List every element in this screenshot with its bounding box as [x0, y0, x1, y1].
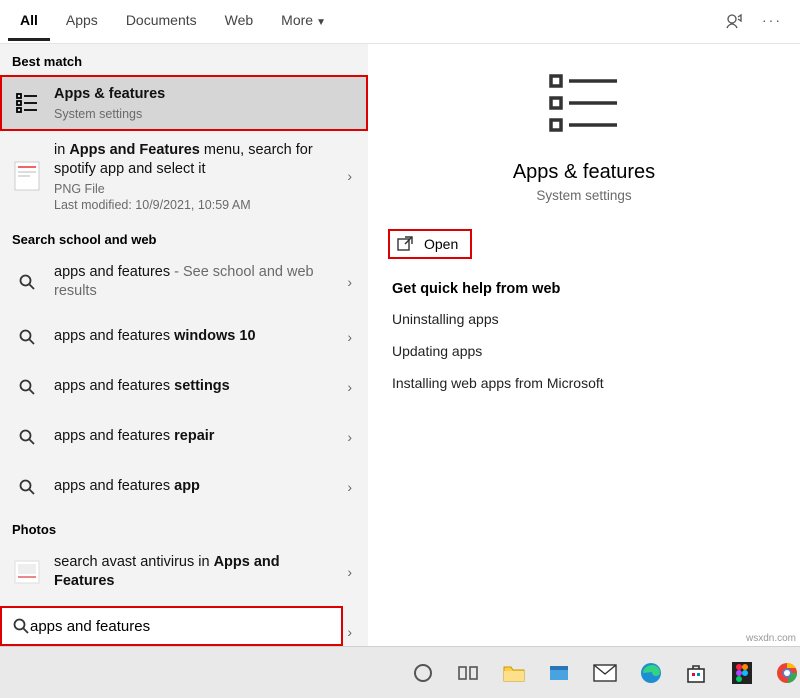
quick-help-link[interactable]: Uninstalling apps [392, 311, 776, 327]
web-result[interactable]: apps and features app› [0, 462, 368, 512]
more-options-icon[interactable]: ··· [762, 12, 782, 32]
chevron-right-icon[interactable]: › [343, 379, 356, 395]
open-icon [396, 235, 414, 253]
search-icon [12, 617, 30, 635]
result-title: Apps & features [54, 86, 165, 102]
taskview-icon[interactable] [456, 659, 482, 687]
result-title: apps and features app [54, 477, 343, 497]
tab-web[interactable]: Web [213, 2, 266, 41]
chevron-right-icon[interactable]: › [343, 329, 356, 345]
result-filetype: PNG File [54, 182, 343, 196]
result-title: apps and features settings [54, 377, 343, 397]
chevron-right-icon[interactable]: › [343, 274, 356, 290]
settings-list-icon [12, 88, 42, 118]
chevron-right-icon[interactable]: › [343, 168, 356, 184]
search-icon [12, 422, 42, 452]
chevron-right-icon[interactable]: › [343, 429, 356, 445]
photo-thumbnail-icon [12, 557, 42, 587]
chevron-right-icon[interactable]: › [343, 479, 356, 495]
apps-features-large-icon [545, 72, 623, 134]
web-result[interactable]: apps and features - See school and web r… [0, 253, 368, 312]
result-title: in Apps and Features menu, search for sp… [54, 141, 343, 180]
section-school-web: Search school and web [0, 222, 368, 253]
preview-title: Apps & features [378, 161, 790, 184]
search-icon [12, 267, 42, 297]
result-title: apps and features repair [54, 427, 343, 447]
mail-icon[interactable] [592, 659, 618, 687]
tab-apps[interactable]: Apps [54, 2, 110, 41]
watermark: wsxdn.com [746, 633, 796, 644]
search-icon [12, 372, 42, 402]
photo-result[interactable]: search avast antivirus in Apps and Featu… [0, 543, 368, 602]
cortana-icon[interactable] [410, 659, 436, 687]
file-explorer-icon[interactable] [501, 659, 527, 687]
result-title: apps and features windows 10 [54, 327, 343, 347]
web-result[interactable]: apps and features windows 10› [0, 312, 368, 362]
store-icon[interactable] [683, 659, 709, 687]
preview-panel: Apps & features System settings Open Get… [368, 44, 800, 646]
search-icon [12, 322, 42, 352]
tab-documents[interactable]: Documents [114, 2, 209, 41]
result-subtitle: System settings [54, 107, 356, 121]
chevron-right-icon[interactable]: › [343, 624, 356, 640]
result-apps-features[interactable]: Apps & features System settings [0, 75, 368, 131]
web-result[interactable]: apps and features settings› [0, 362, 368, 412]
open-button[interactable]: Open [388, 229, 472, 259]
edge-icon[interactable] [638, 659, 664, 687]
result-png-file[interactable]: in Apps and Features menu, search for sp… [0, 131, 368, 222]
app-icon-1[interactable] [547, 659, 573, 687]
open-label: Open [424, 236, 458, 252]
quick-help-heading: Get quick help from web [392, 281, 776, 297]
quick-help-link[interactable]: Installing web apps from Microsoft [392, 375, 776, 391]
search-box[interactable] [0, 606, 343, 646]
result-title: apps and features - See school and web r… [54, 263, 343, 302]
taskbar [0, 646, 800, 698]
preview-category: System settings [378, 188, 790, 203]
section-photos: Photos [0, 512, 368, 543]
filter-tabs-bar: All Apps Documents Web More▼ ··· [0, 0, 800, 44]
result-title: search avast antivirus in Apps and Featu… [54, 553, 343, 592]
figma-icon[interactable] [729, 659, 755, 687]
feedback-icon[interactable] [724, 12, 744, 32]
tab-all[interactable]: All [8, 2, 50, 41]
png-thumbnail-icon [12, 161, 42, 191]
search-icon [12, 472, 42, 502]
search-input[interactable] [30, 618, 331, 635]
result-modified: Last modified: 10/9/2021, 10:59 AM [54, 198, 343, 212]
chevron-down-icon: ▼ [313, 17, 326, 28]
results-panel: Best match Apps & features System settin… [0, 44, 368, 646]
section-best-match: Best match [0, 44, 368, 75]
tab-more[interactable]: More▼ [269, 2, 338, 41]
chrome-icon[interactable] [775, 659, 800, 687]
chevron-right-icon[interactable]: › [343, 564, 356, 580]
quick-help-link[interactable]: Updating apps [392, 343, 776, 359]
web-result[interactable]: apps and features repair› [0, 412, 368, 462]
